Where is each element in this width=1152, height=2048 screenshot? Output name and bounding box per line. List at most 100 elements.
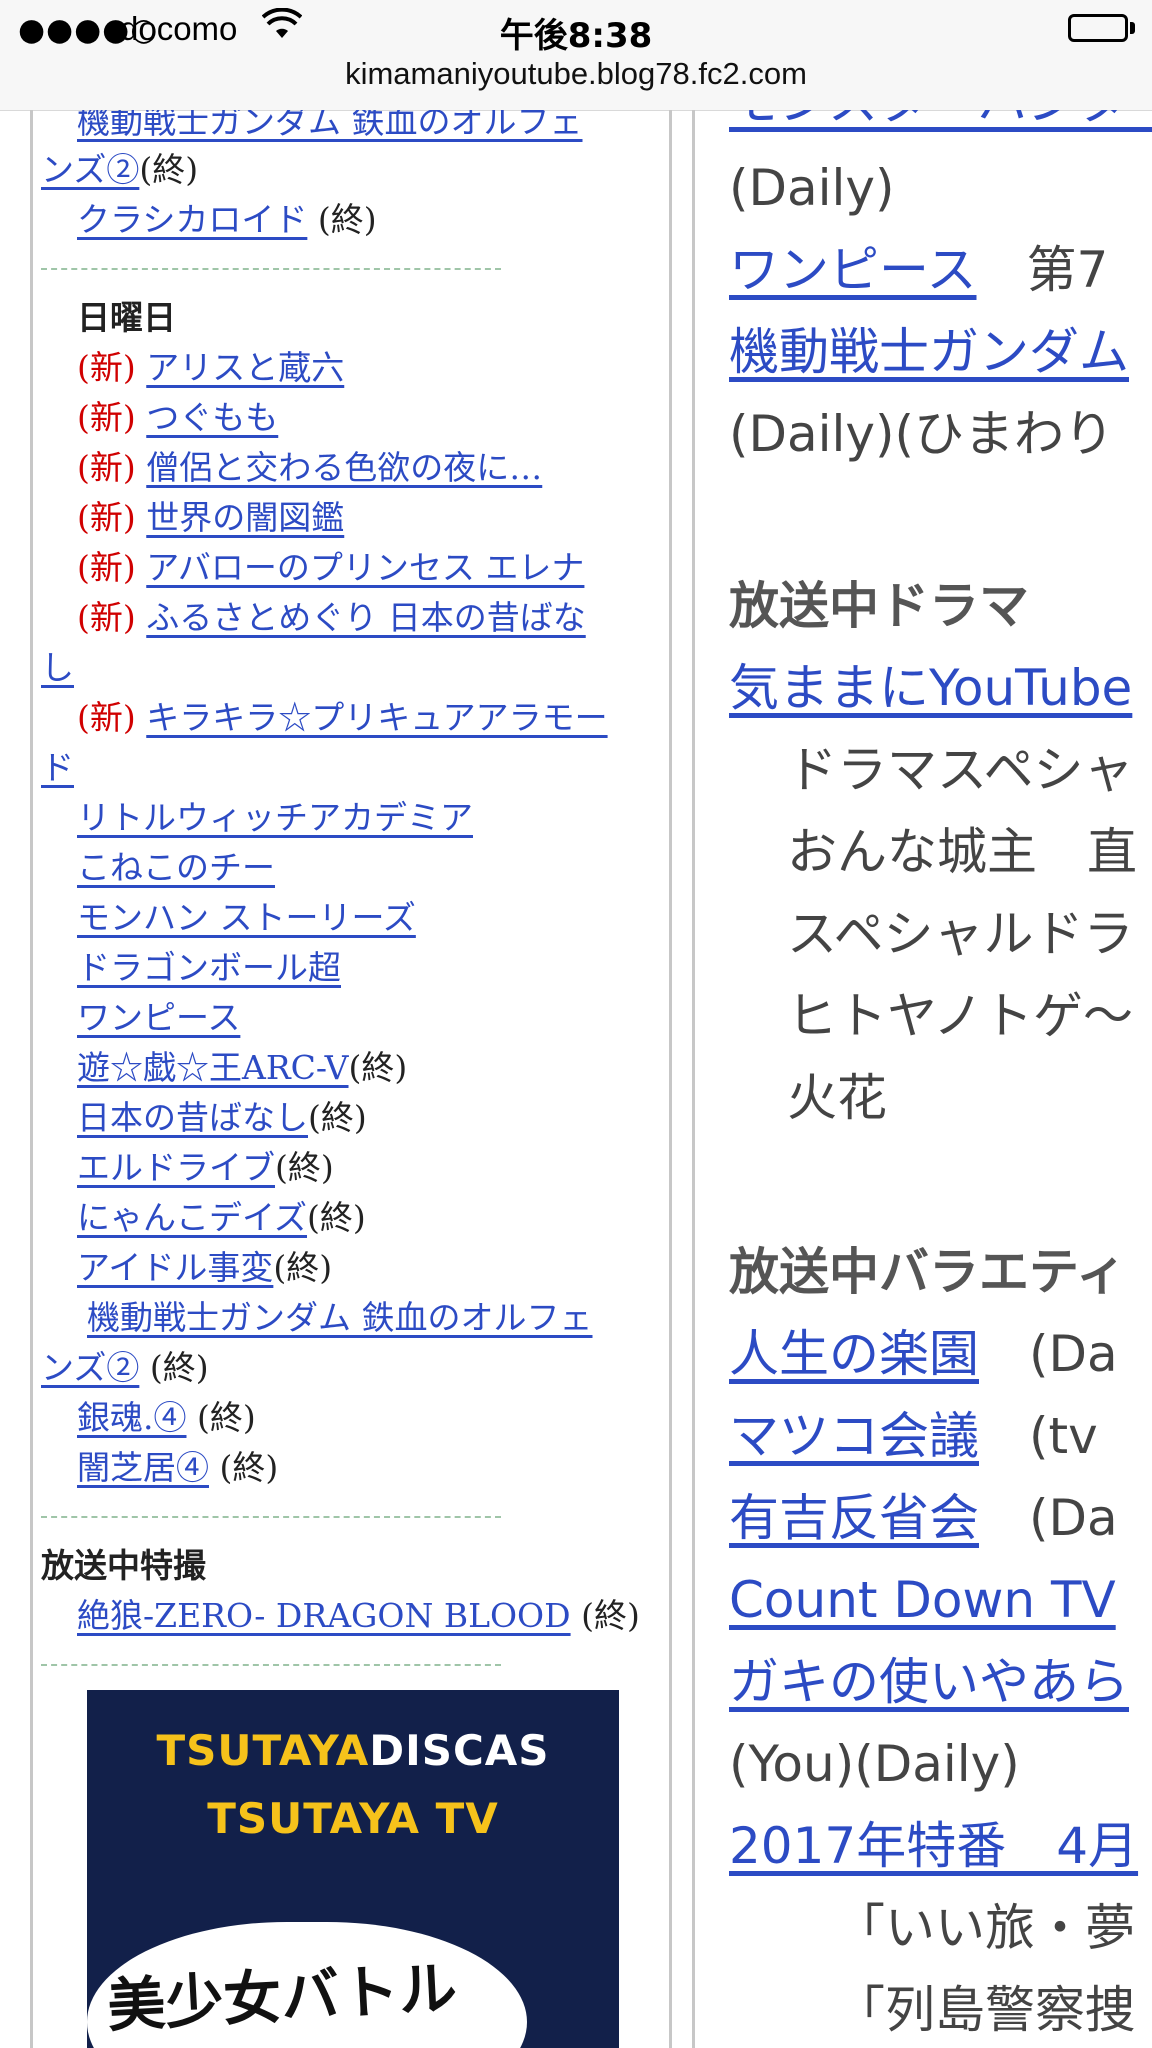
program-link[interactable]: 気ままにYouTube <box>729 659 1132 717</box>
clock: 午後8:38 <box>499 16 653 56</box>
program-link[interactable]: マツコ会議 <box>729 1407 979 1465</box>
list-item: 日本の昔ばなし(終) <box>41 1094 669 1142</box>
program-link[interactable]: ワンピース <box>77 998 240 1037</box>
program-link[interactable]: 日本の昔ばなし <box>77 1098 308 1137</box>
program-link[interactable]: Count Down TV <box>729 1571 1116 1629</box>
program-link[interactable]: モンスターハンター <box>729 110 1152 131</box>
program-link[interactable]: 銀魂.④ <box>77 1398 187 1437</box>
list-item: 機動戦士ガンダム 鉄血のオルフェ <box>41 110 669 146</box>
program-link[interactable]: キラキラ☆プリキュアアラモー <box>146 698 607 737</box>
list-item: 闇芝居④ (終) <box>41 1444 669 1492</box>
list-item: エルドライブ(終) <box>41 1144 669 1192</box>
section-heading-tokusatsu: 放送中特撮 <box>41 1546 206 1585</box>
program-link[interactable]: ド <box>41 748 74 787</box>
list-item: ワンピース 第7 <box>729 238 1108 302</box>
ended-tag: (終) <box>186 1398 256 1437</box>
list-item: マツコ会議 (tv <box>729 1404 1098 1468</box>
program-link[interactable]: クラシカロイド <box>77 200 307 239</box>
list-item: 絶狼-ZERO- DRAGON BLOOD (終) <box>41 1592 669 1640</box>
drama-item: ドラマスペシャ <box>787 741 1134 799</box>
tsutaya-banner-ad[interactable]: TSUTAYADISCAS TSUTAYA TV 美少女バトル <box>87 1690 619 2048</box>
list-item: 銀魂.④ (終) <box>41 1394 669 1442</box>
url-bar[interactable]: kimamaniyoutube.blog78.fc2.com <box>0 56 1152 92</box>
special-item: 「いい旅・夢 <box>835 1899 1135 1957</box>
program-link[interactable]: 有吉反省会 <box>729 1489 979 1547</box>
program-link[interactable]: ふるさとめぐり 日本の昔ばな <box>146 598 586 637</box>
program-link[interactable]: アリスと蔵六 <box>146 348 344 387</box>
program-link[interactable]: モンハン ストーリーズ <box>77 898 416 937</box>
program-link[interactable]: し <box>41 648 74 687</box>
left-sidebar: 機動戦士ガンダム 鉄血のオルフェ ンズ②(終) クラシカロイド (終) 日曜日 … <box>30 110 672 2048</box>
list-item: (新) つぐもも <box>41 394 669 442</box>
drama-item: 火花 <box>787 1069 887 1127</box>
list-item: (新) アリスと蔵六 <box>41 344 669 392</box>
list-item: 有吉反省会 (Da <box>729 1486 1118 1550</box>
list-item: クラシカロイド (終) <box>41 196 669 244</box>
program-link[interactable]: リトルウィッチアカデミア <box>77 798 473 837</box>
list-item: 2017年特番 4月 <box>729 1814 1138 1878</box>
program-link[interactable]: アバローのプリンセス エレナ <box>146 548 584 587</box>
list-item: リトルウィッチアカデミア <box>41 794 669 842</box>
ended-tag: (終) <box>307 1198 366 1237</box>
list-item: (新) 僧侶と交わる色欲の夜に… <box>41 444 669 492</box>
program-link[interactable]: 2017年特番 4月 <box>729 1817 1138 1875</box>
program-link[interactable]: ドラゴンボール超 <box>77 948 341 987</box>
new-tag: (新) <box>77 498 136 537</box>
list-item: し <box>41 644 669 692</box>
program-link[interactable]: 遊☆戯☆王ARC-V <box>77 1048 349 1087</box>
ended-tag: (終) <box>570 1596 640 1635</box>
list-item: (新) 世界の闇図鑑 <box>41 494 669 542</box>
section-heading-sunday: 日曜日 <box>77 298 176 337</box>
list-item: にゃんこデイズ(終) <box>41 1194 669 1242</box>
program-link[interactable]: つぐもも <box>146 398 278 437</box>
platform-tag: (Da <box>979 1489 1118 1547</box>
program-link[interactable]: にゃんこデイズ <box>77 1198 307 1237</box>
platform-tag: (Daily) <box>729 159 895 217</box>
list-item: Count Down TV <box>729 1568 1116 1632</box>
program-link[interactable]: ンズ② <box>41 150 139 189</box>
new-tag: (新) <box>77 548 136 587</box>
new-tag: (新) <box>77 448 136 487</box>
platform-tag: (Daily)(ひまわり <box>729 405 1115 463</box>
program-link[interactable]: 闇芝居④ <box>77 1448 209 1487</box>
new-tag: (新) <box>77 598 136 637</box>
ended-tag: (終) <box>348 1048 408 1087</box>
ended-tag: (終) <box>139 150 199 189</box>
divider <box>41 1664 501 1666</box>
list-item: ドラゴンボール超 <box>41 944 669 992</box>
section-heading-drama: 放送中ドラマ <box>729 577 1029 635</box>
list-item: (新) ふるさとめぐり 日本の昔ばな <box>41 594 669 642</box>
platform-tag: (Da <box>979 1325 1118 1383</box>
program-link[interactable]: 絶狼-ZERO- DRAGON BLOOD <box>77 1596 571 1635</box>
program-link[interactable]: アイドル事変 <box>77 1248 273 1287</box>
program-link[interactable]: 機動戦士ガンダム 鉄血のオルフェ <box>77 110 583 141</box>
program-link[interactable]: ガキの使いやあら <box>729 1653 1129 1711</box>
ad-logo-discas: TSUTAYADISCAS <box>156 1726 550 1775</box>
program-link[interactable]: 世界の闇図鑑 <box>146 498 344 537</box>
program-link[interactable]: 機動戦士ガンダム <box>729 323 1129 381</box>
battery-tip <box>1130 22 1135 34</box>
special-item: 「列島警察捜 <box>835 1981 1135 2039</box>
divider <box>41 268 501 270</box>
list-item: アイドル事変(終) <box>41 1244 669 1292</box>
program-link[interactable]: こねこのチー <box>77 848 275 887</box>
ended-tag: (終) <box>209 1448 279 1487</box>
ended-tag: (終) <box>275 1148 334 1187</box>
divider <box>41 1516 501 1518</box>
list-item: ンズ② (終) <box>41 1344 669 1392</box>
drama-item: スペシャルドラ <box>787 905 1134 963</box>
ended-tag: (終) <box>139 1348 209 1387</box>
program-link[interactable]: 機動戦士ガンダム 鉄血のオルフェ <box>87 1298 593 1337</box>
drama-item: ヒトヤノトゲ〜 <box>787 987 1133 1045</box>
program-link[interactable]: ンズ② <box>41 1348 139 1387</box>
program-link[interactable]: エルドライブ <box>77 1148 275 1187</box>
program-link[interactable]: 人生の楽園 <box>729 1325 979 1383</box>
status-bar: ●●●●○ docomo 午後8:38 kimamaniyoutube.blog… <box>0 0 1152 111</box>
list-item: ド <box>41 744 669 792</box>
list-item: こねこのチー <box>41 844 669 892</box>
ad-logo-tv: TSUTAYA TV <box>207 1794 499 1843</box>
program-link[interactable]: 僧侶と交わる色欲の夜に… <box>146 448 542 487</box>
list-item: 機動戦士ガンダム 鉄血のオルフェ <box>41 1294 669 1342</box>
list-item: 気ままにYouTube <box>729 656 1132 720</box>
program-link[interactable]: ワンピース <box>729 241 977 299</box>
